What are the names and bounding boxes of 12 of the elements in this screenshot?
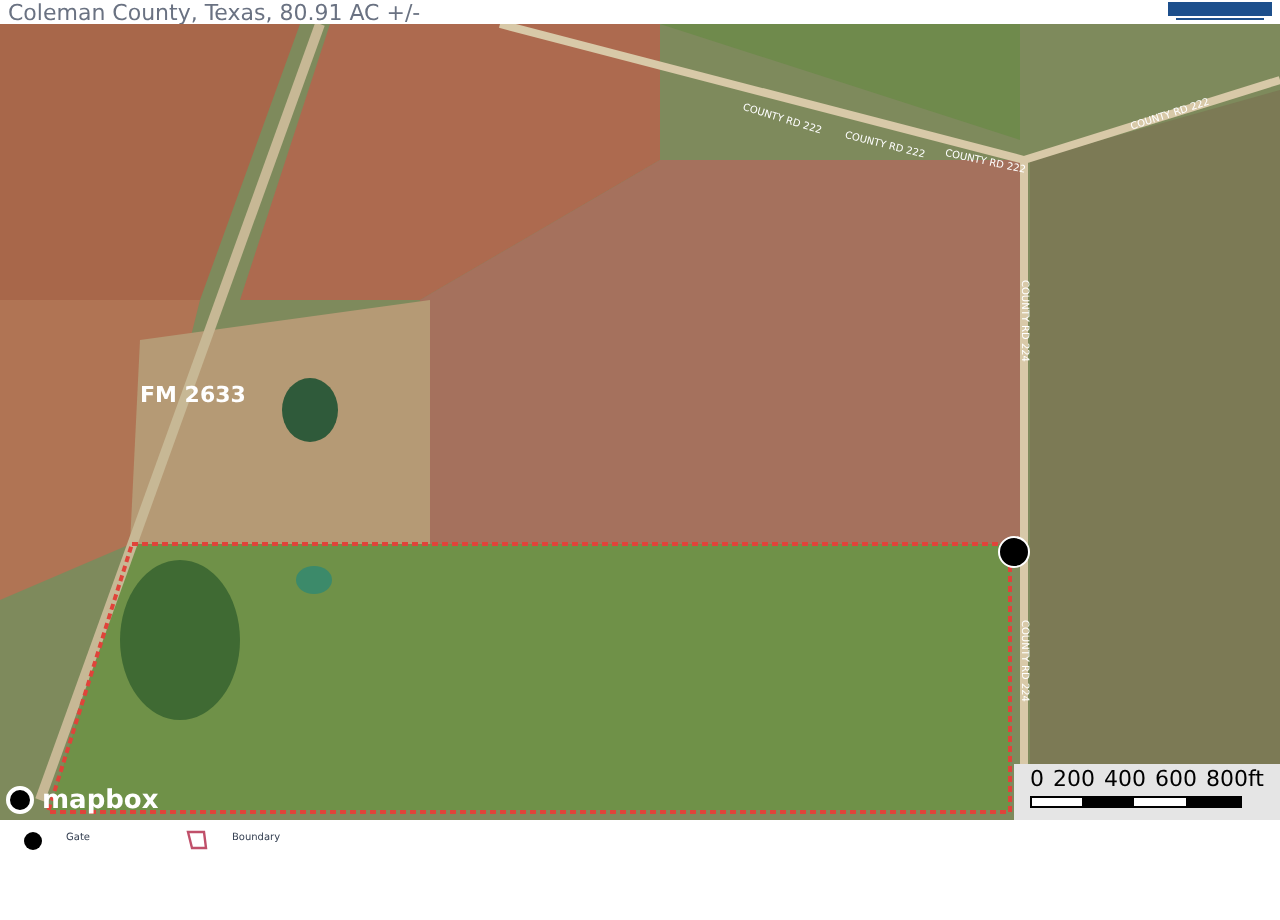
boundary-icon xyxy=(185,830,208,850)
scale-label: 200 xyxy=(1053,768,1095,790)
attribution-text: mapbox xyxy=(42,787,159,813)
scale-label: 400 xyxy=(1104,768,1146,790)
scale-label: 800ft xyxy=(1206,768,1264,790)
gate-marker-icon xyxy=(24,831,42,849)
highway-label: FM 2633 xyxy=(140,384,246,406)
scale-label: 600 xyxy=(1155,768,1197,790)
page-title: Coleman County, Texas, 80.91 AC +/- xyxy=(8,1,421,23)
logo-icon xyxy=(1168,2,1272,22)
scale-label: 0 xyxy=(1030,768,1044,790)
scale-bar-icon xyxy=(1030,796,1242,808)
